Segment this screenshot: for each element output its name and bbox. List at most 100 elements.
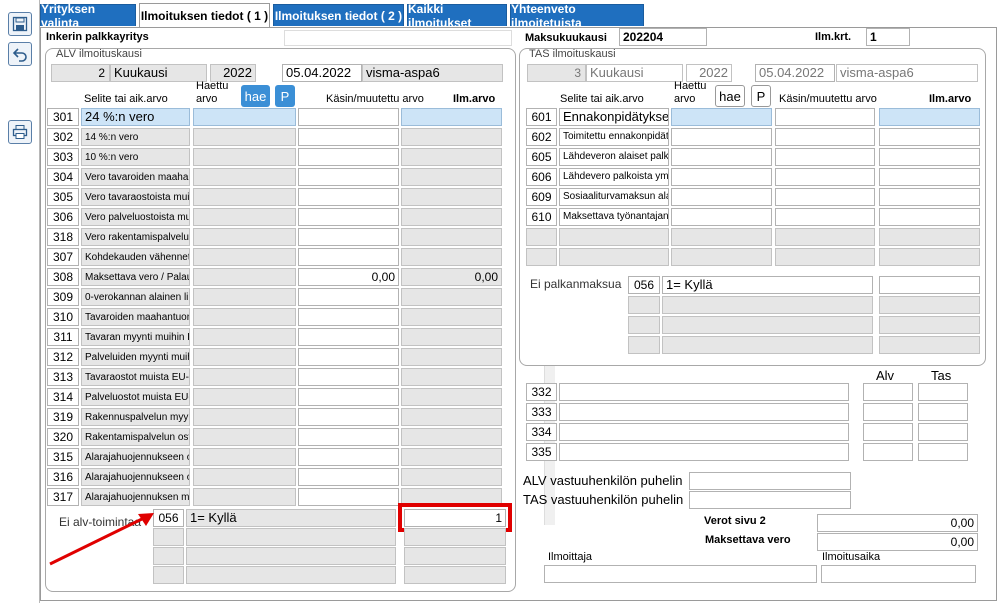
alv-row-kasin[interactable] bbox=[298, 248, 399, 266]
tas-p-button[interactable]: P bbox=[751, 85, 771, 107]
tas-row-kasin[interactable] bbox=[775, 128, 875, 146]
ei-alv-blank-ilm-2 bbox=[404, 547, 506, 565]
alv-row-haettu bbox=[193, 208, 296, 226]
tas-row-kasin[interactable] bbox=[775, 168, 875, 186]
tab-ilmoituksen-tiedot-2[interactable]: Ilmoituksen tiedot ( 2 ) bbox=[273, 4, 404, 26]
alv-row-kasin[interactable] bbox=[298, 348, 399, 366]
tas-row-ilm bbox=[879, 108, 980, 126]
extra-row-alv[interactable] bbox=[863, 443, 913, 461]
alv-row-kasin[interactable] bbox=[298, 468, 399, 486]
alv-row-kasin[interactable] bbox=[298, 148, 399, 166]
tas-row-ilm bbox=[879, 128, 980, 146]
tab-yhteenveto[interactable]: Yhteenveto ilmoitetuista bbox=[510, 2, 644, 30]
extra-row-alv[interactable] bbox=[863, 403, 913, 421]
alv-row-kasin[interactable] bbox=[298, 288, 399, 306]
tas-row-code: 605 bbox=[526, 148, 557, 166]
tas-col-ilm: Ilm.arvo bbox=[929, 93, 972, 105]
tab-yrityksen-valinta[interactable]: Yrityksen valinta bbox=[40, 2, 136, 30]
alv-row-kasin[interactable] bbox=[298, 388, 399, 406]
alv-row-kasin[interactable] bbox=[298, 228, 399, 246]
tas-row-code: 602 bbox=[526, 128, 557, 146]
alv-date[interactable]: 05.04.2022 bbox=[282, 64, 362, 82]
alv-row-code: 301 bbox=[47, 108, 79, 126]
alv-row-kasin[interactable] bbox=[298, 128, 399, 146]
tas-period-num: 3 bbox=[527, 64, 586, 82]
tab-kaikki-ilmoitukset[interactable]: Kaikki ilmoitukset bbox=[407, 2, 507, 30]
side-toolbar bbox=[0, 0, 40, 603]
alv-row-ilm bbox=[401, 168, 502, 186]
undo-icon[interactable] bbox=[8, 42, 32, 66]
alv-p-button[interactable]: P bbox=[275, 85, 295, 107]
tas-row-code bbox=[526, 228, 557, 246]
tas-blank-1 bbox=[662, 296, 873, 314]
tas-date[interactable]: 05.04.2022 bbox=[755, 64, 835, 82]
alv-row-haettu bbox=[193, 188, 296, 206]
alv-period-type: Kuukausi bbox=[110, 64, 207, 82]
print-icon[interactable] bbox=[8, 120, 32, 144]
maksukuukausi-field[interactable]: 202204 bbox=[619, 28, 707, 46]
alv-row-haettu bbox=[193, 148, 296, 166]
ei-alv-blank-3 bbox=[186, 566, 396, 584]
ilmoittaja-label: Ilmoittaja bbox=[548, 551, 593, 563]
alv-row-desc: Rakennuspalvelun myyn bbox=[81, 408, 190, 426]
alv-row-desc: Rakentamispalvelun osto bbox=[81, 428, 190, 446]
extra-row-tas[interactable] bbox=[918, 383, 968, 401]
extra-row-tas[interactable] bbox=[918, 423, 968, 441]
extra-row-tas[interactable] bbox=[918, 443, 968, 461]
tas-row-kasin[interactable] bbox=[775, 208, 875, 226]
alv-phone-field[interactable] bbox=[689, 472, 851, 490]
tab-ilmoituksen-tiedot-1[interactable]: Ilmoituksen tiedot ( 1 ) bbox=[139, 3, 270, 28]
tas-blank-code-3 bbox=[628, 336, 660, 354]
tas-row-desc: Toimitettu ennakonpidät bbox=[559, 128, 669, 146]
alv-row-kasin[interactable] bbox=[298, 408, 399, 426]
maksukuukausi-label: Maksukuukausi bbox=[525, 32, 607, 44]
ilmkrt-field[interactable]: 1 bbox=[866, 28, 910, 46]
ilmoitusaika-label: Ilmoitusaika bbox=[822, 551, 881, 563]
alv-row-kasin[interactable] bbox=[298, 488, 399, 506]
tas-row-desc: Lähdeveron alaiset palka bbox=[559, 148, 669, 166]
alv-row-code: 304 bbox=[47, 168, 79, 186]
alv-row-code: 318 bbox=[47, 228, 79, 246]
alv-row-desc: 10 %:n vero bbox=[81, 148, 190, 166]
alv-row-kasin[interactable] bbox=[298, 208, 399, 226]
alv-row-kasin[interactable] bbox=[298, 328, 399, 346]
extra-row-tas[interactable] bbox=[918, 403, 968, 421]
alv-row-desc: 14 %:n vero bbox=[81, 128, 190, 146]
alv-row-code: 316 bbox=[47, 468, 79, 486]
ei-palk-value[interactable]: 1= Kyllä bbox=[662, 276, 873, 294]
tas-row-kasin[interactable] bbox=[775, 108, 875, 126]
tas-row-kasin[interactable] bbox=[775, 188, 875, 206]
tas-phone-field[interactable] bbox=[689, 491, 851, 509]
alv-row-ilm bbox=[401, 368, 502, 386]
ei-alv-ilm[interactable]: 1 bbox=[404, 509, 506, 527]
alv-row-kasin[interactable] bbox=[298, 168, 399, 186]
alv-row-kasin[interactable] bbox=[298, 308, 399, 326]
alv-row-kasin[interactable] bbox=[298, 448, 399, 466]
company-name: Inkerin palkkayritys bbox=[46, 31, 149, 43]
ei-alv-value[interactable]: 1= Kyllä bbox=[186, 509, 396, 527]
alv-row-ilm: 0,00 bbox=[401, 268, 502, 286]
ilmoitusaika-field[interactable] bbox=[821, 565, 976, 583]
extra-row-alv[interactable] bbox=[863, 423, 913, 441]
save-icon[interactable] bbox=[8, 12, 32, 36]
alv-row-haettu bbox=[193, 308, 296, 326]
alv-row-kasin[interactable] bbox=[298, 428, 399, 446]
alv-row-ilm bbox=[401, 448, 502, 466]
tas-row-kasin[interactable] bbox=[775, 148, 875, 166]
ei-palk-ilm[interactable] bbox=[879, 276, 980, 294]
alv-phone-label: ALV vastuuhenkilön puhelin bbox=[523, 473, 683, 488]
ei-alv-blank-code-1 bbox=[153, 528, 184, 546]
alv-row-kasin[interactable] bbox=[298, 368, 399, 386]
ilmoittaja-field[interactable] bbox=[544, 565, 817, 583]
alv-row-ilm bbox=[401, 308, 502, 326]
extra-row-alv[interactable] bbox=[863, 383, 913, 401]
alv-hae-button[interactable]: hae bbox=[241, 85, 270, 107]
tas-row-haettu bbox=[671, 128, 772, 146]
alv-row-kasin[interactable] bbox=[298, 108, 399, 126]
tas-hae-button[interactable]: hae bbox=[715, 85, 745, 107]
alv-row-kasin[interactable]: 0,00 bbox=[298, 268, 399, 286]
alv-row-ilm bbox=[401, 428, 502, 446]
ei-alv-blank-ilm-1 bbox=[404, 528, 506, 546]
ei-alv-blank-1 bbox=[186, 528, 396, 546]
alv-row-kasin[interactable] bbox=[298, 188, 399, 206]
